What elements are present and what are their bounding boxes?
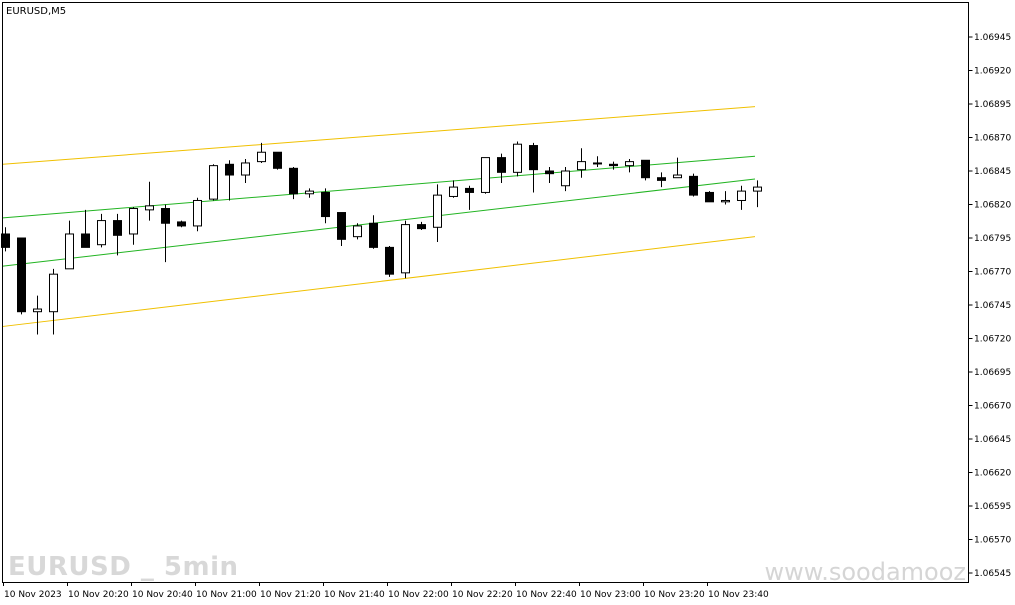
y-tick-label: 1.06920 bbox=[974, 67, 1011, 77]
candle-body-bearish bbox=[465, 187, 474, 193]
symbol-title: EURUSD,M5 bbox=[6, 6, 66, 17]
x-tick-label: 10 Nov 22:00 bbox=[388, 590, 449, 600]
candle-body-bearish bbox=[113, 220, 122, 236]
candle-body-bullish bbox=[481, 157, 490, 193]
candle-body-bullish bbox=[401, 224, 410, 274]
y-tick-label: 1.06795 bbox=[974, 234, 1011, 244]
y-tick-label: 1.06820 bbox=[974, 201, 1011, 211]
candle-body-bullish bbox=[433, 194, 442, 228]
y-tick-label: 1.06645 bbox=[974, 435, 1011, 445]
candle bbox=[353, 223, 362, 240]
candle-body-bullish bbox=[241, 162, 250, 176]
candle-body-bullish bbox=[513, 143, 522, 173]
x-tick-label: 10 Nov 23:40 bbox=[708, 590, 769, 600]
y-tick-label: 1.06620 bbox=[974, 469, 1011, 479]
candle-body-bullish bbox=[753, 186, 762, 192]
candle-body-bullish bbox=[673, 174, 682, 179]
candle-body-bearish bbox=[705, 191, 714, 203]
candle-body-bullish bbox=[65, 233, 74, 270]
candle-body-bearish bbox=[529, 145, 538, 171]
candle-body-bullish bbox=[577, 161, 586, 171]
y-tick-label: 1.06670 bbox=[974, 402, 1011, 412]
y-tick-label: 1.06595 bbox=[974, 502, 1011, 512]
x-tick-label: 10 Nov 23:00 bbox=[580, 590, 641, 600]
candle bbox=[385, 246, 394, 277]
candle-body-bearish bbox=[689, 175, 698, 196]
candle bbox=[481, 157, 490, 194]
y-tick-label: 1.06695 bbox=[974, 368, 1011, 378]
candle-body-bullish bbox=[305, 190, 314, 195]
x-tick-label: 10 Nov 21:40 bbox=[324, 590, 385, 600]
candle-body-bullish bbox=[257, 151, 266, 163]
candle bbox=[273, 151, 282, 170]
x-tick-label: 10 Nov 21:00 bbox=[196, 590, 257, 600]
candle-body-bearish bbox=[497, 157, 506, 173]
candle-body-bearish bbox=[161, 208, 170, 224]
candle-body-bearish bbox=[385, 246, 394, 275]
candle-body-bearish bbox=[225, 163, 234, 176]
candle bbox=[401, 220, 410, 279]
candle-body-bearish bbox=[273, 151, 282, 169]
y-tick-label: 1.06545 bbox=[974, 569, 1011, 579]
candle bbox=[193, 197, 202, 232]
candle bbox=[513, 141, 522, 177]
y-tick-label: 1.06870 bbox=[974, 134, 1011, 144]
candle-body-bullish bbox=[49, 273, 58, 313]
candle bbox=[705, 191, 714, 203]
candle-body-bearish bbox=[657, 177, 666, 181]
candle-body-bearish bbox=[369, 222, 378, 248]
candle-body-bullish bbox=[97, 220, 106, 246]
candle-body-bullish bbox=[353, 225, 362, 238]
candle bbox=[641, 159, 650, 181]
candle bbox=[689, 173, 698, 197]
y-tick-label: 1.06570 bbox=[974, 536, 1011, 546]
candle-body-bearish bbox=[289, 167, 298, 195]
candle-body-bullish bbox=[737, 190, 746, 201]
x-tick-label: 10 Nov 20:40 bbox=[132, 590, 193, 600]
candle-body-bearish bbox=[177, 221, 186, 227]
plot-background bbox=[0, 0, 1015, 605]
candle-body-bearish bbox=[17, 237, 26, 313]
candle-body-bearish bbox=[337, 212, 346, 240]
x-tick-label: 10 Nov 22:20 bbox=[452, 590, 513, 600]
candle-body-bullish bbox=[593, 162, 602, 165]
x-tick-label: 10 Nov 21:20 bbox=[260, 590, 321, 600]
candle bbox=[209, 164, 218, 201]
price-chart[interactable]: EURUSD _ 5min www.soodamooz 1.06945 1.069… bbox=[0, 0, 1015, 605]
candle-body-bearish bbox=[641, 159, 650, 179]
watermark-left: EURUSD _ 5min bbox=[8, 552, 239, 582]
y-tick-label: 1.06720 bbox=[974, 335, 1011, 345]
candle-body-bullish bbox=[145, 205, 154, 211]
candle-body-bearish bbox=[321, 191, 330, 218]
watermark-right: www.soodamooz bbox=[765, 558, 966, 586]
candle-body-bearish bbox=[545, 170, 554, 175]
y-tick-label: 1.06745 bbox=[974, 301, 1011, 311]
y-tick-label: 1.06845 bbox=[974, 167, 1011, 177]
candle-body-bullish bbox=[129, 208, 138, 235]
x-tick-label: 10 Nov 22:40 bbox=[516, 590, 577, 600]
candle-body-bullish bbox=[33, 308, 42, 313]
candle-body-bullish bbox=[193, 199, 202, 227]
x-tick-label: 10 Nov 20:20 bbox=[68, 590, 129, 600]
candle-body-bearish bbox=[609, 163, 618, 167]
candle bbox=[177, 220, 186, 228]
candle-body-bullish bbox=[721, 199, 730, 203]
y-tick-label: 1.06895 bbox=[974, 100, 1011, 110]
candle-body-bearish bbox=[417, 224, 426, 230]
candle-body-bullish bbox=[449, 186, 458, 197]
x-tick-label: 10 Nov 2023 bbox=[4, 590, 62, 600]
candle bbox=[17, 237, 26, 315]
x-tick-label: 10 Nov 23:20 bbox=[644, 590, 705, 600]
candle-body-bullish bbox=[561, 170, 570, 187]
candle-body-bearish bbox=[81, 233, 90, 248]
candle-body-bullish bbox=[209, 165, 218, 200]
y-tick-label: 1.06770 bbox=[974, 268, 1011, 278]
candle-body-bullish bbox=[625, 161, 634, 167]
y-tick-label: 1.06945 bbox=[974, 33, 1011, 43]
